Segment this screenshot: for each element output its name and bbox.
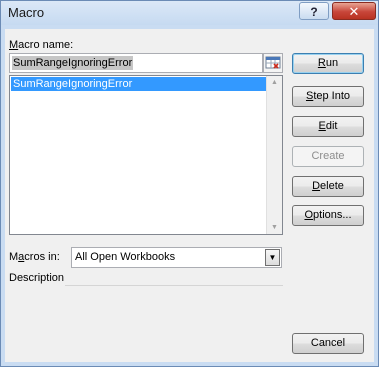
run-button[interactable]: Run — [292, 53, 364, 74]
description-divider — [65, 285, 283, 286]
step-into-button[interactable]: Step Into — [292, 86, 364, 107]
title-bar: Macro ? ✕ — [1, 1, 378, 25]
chevron-up-icon[interactable]: ▲ — [271, 79, 278, 86]
dialog-body: Macro name: SumRangeIgnoringError SumRan… — [5, 29, 374, 362]
chevron-down-icon[interactable]: ▼ — [265, 249, 280, 266]
delete-button[interactable]: Delete — [292, 176, 364, 197]
macro-dialog: Macro ? ✕ Macro name: SumRangeIgnoringEr… — [0, 0, 379, 367]
description-label: Description — [9, 272, 65, 284]
close-button[interactable]: ✕ — [332, 2, 376, 20]
help-button[interactable]: ? — [299, 2, 329, 20]
macro-name-label: Macro name: — [9, 39, 74, 51]
range-picker-button[interactable] — [263, 53, 283, 73]
macros-in-label: Macros in: — [9, 251, 60, 263]
macros-in-value: All Open Workbooks — [75, 251, 176, 263]
cancel-button[interactable]: Cancel — [292, 333, 364, 354]
macro-list[interactable]: SumRangeIgnoringError ▲ ▼ — [9, 75, 283, 235]
window-title: Macro — [8, 5, 45, 20]
range-picker-icon — [265, 56, 281, 69]
options-button[interactable]: Options... — [292, 205, 364, 226]
list-item[interactable]: SumRangeIgnoringError — [11, 77, 267, 91]
chevron-down-icon[interactable]: ▼ — [271, 224, 278, 231]
macro-name-value: SumRangeIgnoringError — [12, 56, 134, 70]
create-button: Create — [292, 146, 364, 167]
list-scrollbar[interactable]: ▲ ▼ — [266, 76, 282, 234]
macro-name-input[interactable]: SumRangeIgnoringError — [9, 53, 263, 73]
edit-button[interactable]: Edit — [292, 116, 364, 137]
macros-in-select[interactable]: All Open Workbooks ▼ — [71, 247, 282, 268]
